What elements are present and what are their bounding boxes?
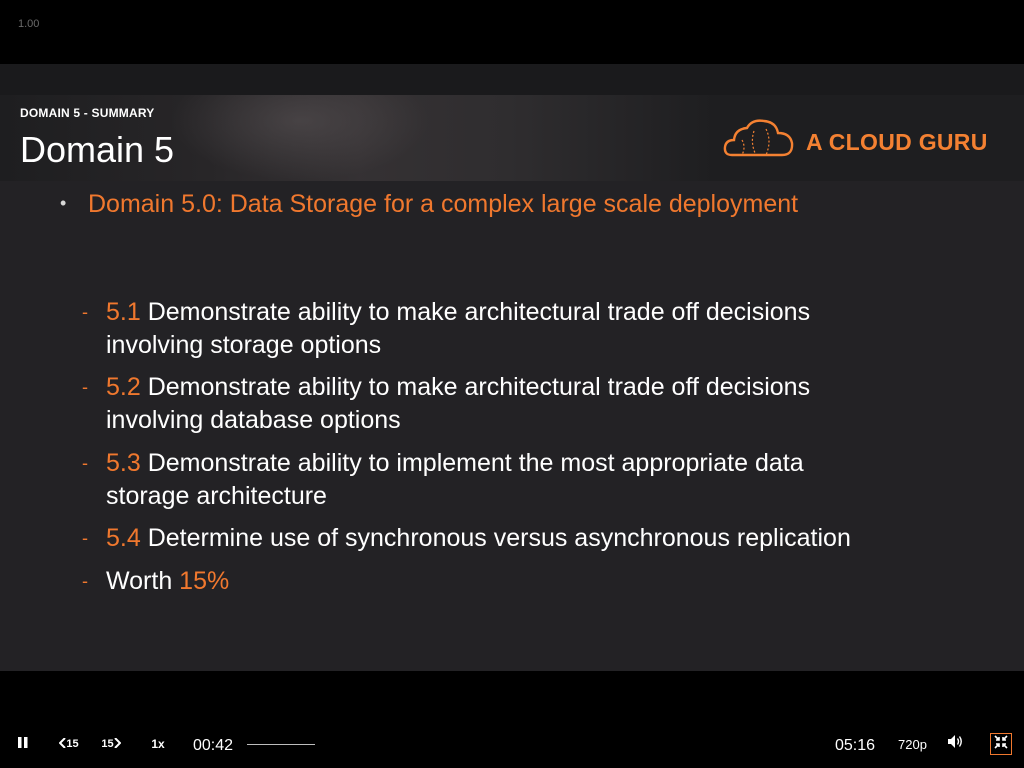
sub-item-text-cont: storage architecture xyxy=(106,482,327,510)
pause-button[interactable] xyxy=(14,736,32,752)
volume-button[interactable] xyxy=(947,735,965,753)
sub-item-number: 5.2 xyxy=(106,373,141,401)
rewind-label: 15 xyxy=(66,738,79,750)
rewind-15-button[interactable]: 15 xyxy=(57,736,81,752)
sub-item-text-cont: involving database options xyxy=(106,406,401,434)
sub-item-text: Demonstrate ability to implement the mos… xyxy=(140,449,804,477)
main-bullet-text: Domain 5.0: Data Storage for a complex l… xyxy=(88,190,799,218)
cloud-logo-icon xyxy=(722,117,798,168)
exit-fullscreen-icon xyxy=(994,734,1008,754)
dash-marker: - xyxy=(82,302,88,322)
sub-item-number: 5.1 xyxy=(106,298,141,326)
duration: 05:16 xyxy=(835,737,876,754)
forward-label: 15 xyxy=(101,738,114,750)
dash-marker: - xyxy=(82,528,88,548)
bullet-dot: • xyxy=(60,193,67,213)
playback-speed-button[interactable]: 1x xyxy=(148,736,168,752)
slide-title: Domain 5 xyxy=(20,129,175,170)
rewind-icon xyxy=(58,736,67,751)
volume-icon xyxy=(948,735,964,753)
forward-icon xyxy=(113,736,122,751)
slide-top-strip xyxy=(0,64,1024,95)
main-bullet: • Domain 5.0: Data Storage for a complex … xyxy=(60,190,798,219)
playback-rate-readout: 1.00 xyxy=(18,18,40,30)
quality-selector[interactable]: 720p xyxy=(898,737,927,752)
dash-marker: - xyxy=(82,377,88,397)
brand-text: A CLOUD GURU xyxy=(806,128,988,155)
current-time: 00:42 xyxy=(193,737,234,754)
brand-logo: A CLOUD GURU xyxy=(722,118,988,166)
sub-item-number: 5.3 xyxy=(106,449,141,477)
sub-item-text: Determine use of synchronous versus asyn… xyxy=(140,524,851,552)
pause-icon xyxy=(18,735,28,753)
sub-item-text: Demonstrate ability to make architectura… xyxy=(140,373,811,401)
dash-marker: - xyxy=(82,571,88,591)
forward-15-button[interactable]: 15 xyxy=(99,736,123,752)
player-controls: 15 15 1x 00:42 05:16 720p xyxy=(0,704,1024,768)
dash-marker: - xyxy=(82,453,88,473)
sub-item-text: Demonstrate ability to make architectura… xyxy=(140,298,811,326)
worth-value: 15% xyxy=(179,567,230,595)
progress-bar[interactable] xyxy=(247,744,315,745)
section-label: DOMAIN 5 - SUMMARY xyxy=(20,106,155,120)
sub-item-text-cont: involving storage options xyxy=(106,331,382,359)
exit-fullscreen-button[interactable] xyxy=(990,733,1012,755)
sub-item-number: 5.4 xyxy=(106,524,141,552)
worth-label: Worth xyxy=(106,567,180,595)
